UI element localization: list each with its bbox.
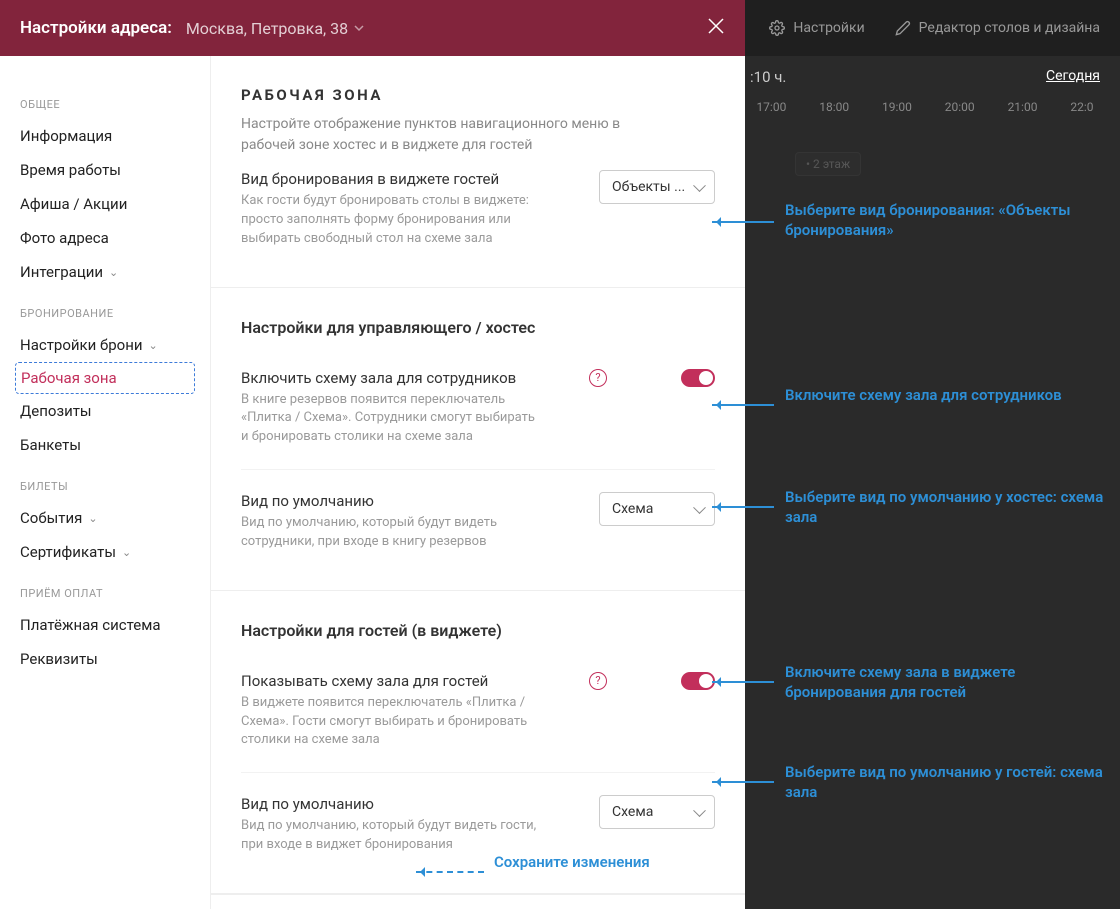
guest-default-select[interactable]: Схема [599,795,715,829]
bg-time: :10 ч. [750,68,786,86]
widget-view-select[interactable]: Объекты ... [599,170,715,204]
annotation-4: Включите схему зала в виджете бронирован… [785,662,1120,703]
sidebar-item-workzone[interactable]: Рабочая зона [15,362,195,394]
widget-view-help: Как гости будут бронировать столы в видж… [241,192,541,249]
settings-modal: Настройки адреса: Москва, Петровка, 38 О… [0,0,745,909]
section-booking: БРОНИРОВАНИЕ [0,289,210,328]
sidebar-item-booking-settings[interactable]: Настройки брони⌄ [0,328,210,362]
sidebar-item-info[interactable]: Информация [0,119,210,153]
modal-footer: СОХРАНИТЬ [211,894,745,909]
annotation-1: Выберите вид бронирования: «Объекты брон… [785,200,1120,241]
sidebar-item-banquets[interactable]: Банкеты [0,428,210,462]
close-button[interactable] [707,17,725,39]
modal-header: Настройки адреса: Москва, Петровка, 38 [0,0,745,56]
staff-default-help: Вид по умолчанию, который будут видеть с… [241,514,541,552]
annotation-save: Сохраните изменения [494,853,650,873]
nav-editor[interactable]: Редактор столов и дизайна [895,20,1100,36]
guest-default-help: Вид по умолчанию, который будут видеть г… [241,817,541,855]
sidebar-item-photo[interactable]: Фото адреса [0,221,210,255]
sidebar-item-hours[interactable]: Время работы [0,153,210,187]
staff-scheme-help: В книге резервов появится переключатель … [241,391,541,448]
section-title-zone: РАБОЧАЯ ЗОНА [241,86,715,104]
sidebar-item-certs[interactable]: Сертификаты⌄ [0,535,210,569]
gear-icon [769,20,785,36]
sidebar-item-paysys[interactable]: Платёжная система [0,608,210,642]
chevron-down-icon: ⌄ [149,339,158,352]
section-payment: ПРИЁМ ОПЛАТ [0,569,210,608]
staff-section-title: Настройки для управляющего / хостес [241,318,715,337]
annotation-5: Выберите вид по умолчанию у гостей: схем… [785,762,1120,803]
sidebar-item-requisites[interactable]: Реквизиты [0,642,210,676]
guest-scheme-help: В виджете появится переключатель «Плитка… [241,694,541,751]
sidebar-item-events[interactable]: События⌄ [0,501,210,535]
annotation-2: Включите схему зала для сотрудников [785,385,1062,405]
sidebar-item-integrations[interactable]: Интеграции⌄ [0,255,210,289]
sidebar-item-promo[interactable]: Афиша / Акции [0,187,210,221]
chevron-down-icon: ⌄ [88,512,97,525]
staff-default-label: Вид по умолчанию [241,492,565,510]
close-icon [707,17,725,35]
chevron-down-icon: ⌄ [109,266,118,279]
bg-hours: 17:00 18:00 19:00 20:00 21:00 22:0 [740,100,1110,114]
floor-chip[interactable]: • 2 этаж [795,152,861,176]
staff-default-select[interactable]: Схема [599,492,715,526]
guest-scheme-label: Показывать схему зала для гостей [241,672,565,690]
guest-section-title: Настройки для гостей (в виджете) [241,621,715,640]
section-desc-zone: Настройте отображение пунктов навигацион… [241,114,641,156]
nav-settings[interactable]: Настройки [769,20,864,36]
settings-content: РАБОЧАЯ ЗОНА Настройте отображение пункт… [210,56,745,909]
guest-default-label: Вид по умолчанию [241,795,565,813]
sidebar-item-deposits[interactable]: Депозиты [0,394,210,428]
section-general: ОБЩЕЕ [0,80,210,119]
chevron-down-icon [354,23,364,33]
staff-scheme-toggle[interactable] [681,369,715,387]
help-icon[interactable]: ? [589,672,607,690]
pencil-icon [895,20,911,36]
modal-title: Настройки адреса: [20,18,172,38]
staff-scheme-label: Включить схему зала для сотрудников [241,369,565,387]
annotation-3: Выберите вид по умолчанию у хостес: схем… [785,487,1120,528]
section-tickets: БИЛЕТЫ [0,462,210,501]
address-selector[interactable]: Москва, Петровка, 38 [186,19,364,38]
help-icon[interactable]: ? [589,369,607,387]
chevron-down-icon: ⌄ [122,546,131,559]
guest-scheme-toggle[interactable] [681,672,715,690]
bg-today-link[interactable]: Сегодня [1046,68,1100,84]
settings-sidebar: ОБЩЕЕ Информация Время работы Афиша / Ак… [0,56,210,909]
widget-view-label: Вид бронирования в виджете гостей [241,170,565,188]
